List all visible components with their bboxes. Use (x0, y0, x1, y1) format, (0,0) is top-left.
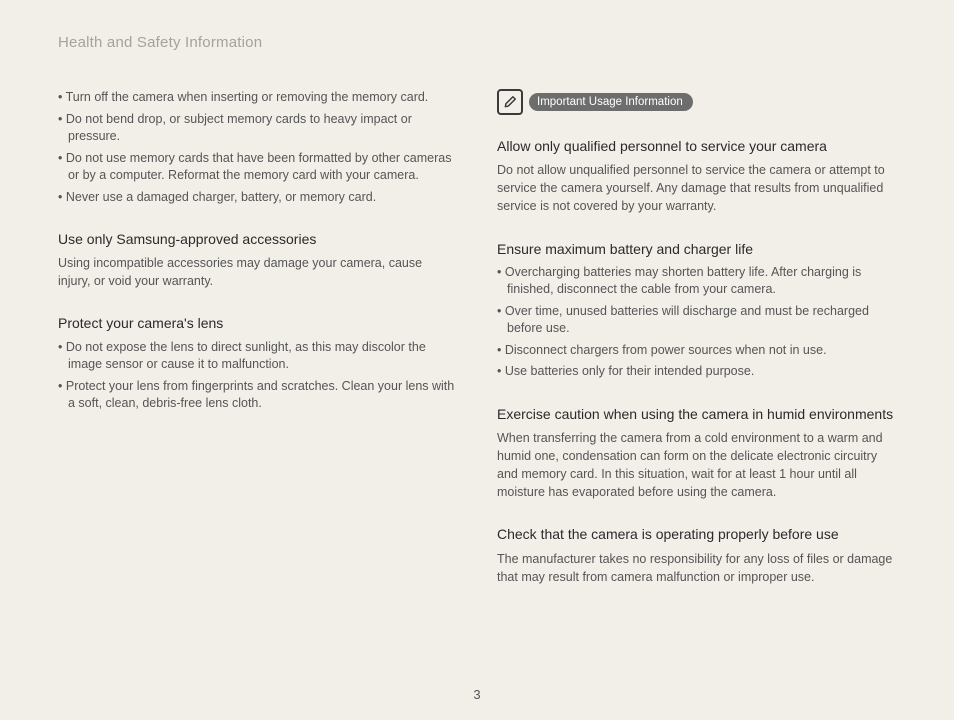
lens-list: Do not expose the lens to direct sunligh… (58, 339, 457, 413)
section-title-battery: Ensure maximum battery and charger life (497, 240, 896, 258)
content-columns: Turn off the camera when inserting or re… (58, 89, 896, 610)
right-column: Important Usage Information Allow only q… (497, 89, 896, 610)
section-title-humid: Exercise caution when using the camera i… (497, 405, 896, 423)
section-body-operating: The manufacturer takes no responsibility… (497, 550, 896, 586)
list-item: Over time, unused batteries will dischar… (497, 303, 896, 338)
list-item: Do not expose the lens to direct sunligh… (58, 339, 457, 374)
list-item: Use batteries only for their intended pu… (497, 363, 896, 381)
badge-label: Important Usage Information (529, 93, 693, 111)
section-title-accessories: Use only Samsung-approved accessories (58, 230, 457, 248)
battery-list: Overcharging batteries may shorten batte… (497, 264, 896, 381)
page-number: 3 (0, 687, 954, 702)
section-body-service: Do not allow unqualified personnel to se… (497, 161, 896, 215)
important-usage-badge: Important Usage Information (497, 89, 896, 115)
section-body-accessories: Using incompatible accessories may damag… (58, 254, 457, 290)
section-title-lens: Protect your camera's lens (58, 314, 457, 332)
pencil-note-icon (497, 89, 523, 115)
list-item: Do not bend drop, or subject memory card… (58, 111, 457, 146)
page-header: Health and Safety Information (58, 34, 896, 51)
list-item: Never use a damaged charger, battery, or… (58, 189, 457, 207)
list-item: Do not use memory cards that have been f… (58, 150, 457, 185)
list-item: Turn off the camera when inserting or re… (58, 89, 457, 107)
section-body-humid: When transferring the camera from a cold… (497, 429, 896, 502)
section-title-service: Allow only qualified personnel to servic… (497, 137, 896, 155)
list-item: Disconnect chargers from power sources w… (497, 342, 896, 360)
list-item: Protect your lens from fingerprints and … (58, 378, 457, 413)
memory-card-list: Turn off the camera when inserting or re… (58, 89, 457, 206)
section-title-operating: Check that the camera is operating prope… (497, 525, 896, 543)
list-item: Overcharging batteries may shorten batte… (497, 264, 896, 299)
left-column: Turn off the camera when inserting or re… (58, 89, 457, 610)
page: Health and Safety Information Turn off t… (0, 0, 954, 720)
